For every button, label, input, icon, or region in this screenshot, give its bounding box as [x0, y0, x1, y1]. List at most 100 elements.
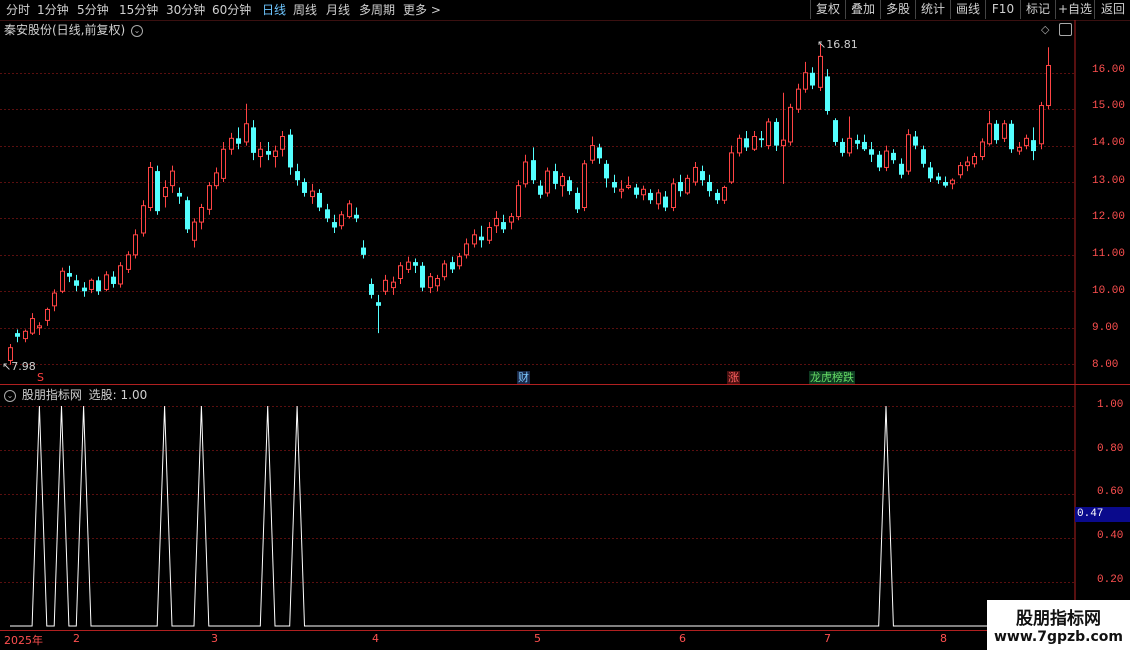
candle-body-down: [15, 333, 20, 337]
candle-body-up: [244, 123, 249, 143]
candle-body-up: [788, 106, 793, 143]
candle-body-down: [185, 200, 190, 230]
price-tick: 16.00: [1092, 64, 1126, 76]
candle-body-up: [685, 177, 690, 194]
candle-body-up: [207, 185, 212, 210]
candle-body-down: [707, 182, 712, 192]
candle-body-down: [96, 280, 101, 292]
candle-body-down: [317, 192, 322, 208]
chevron-down-icon[interactable]: ⌄: [4, 389, 16, 402]
candle-body-down: [700, 171, 705, 181]
candle-body-down: [236, 138, 241, 144]
watermark-title: 股朋指标网: [1016, 609, 1101, 629]
candle-body-up: [847, 137, 852, 154]
candle-body-down: [67, 273, 72, 277]
candle-body-down: [648, 192, 653, 201]
candle-body-up: [965, 161, 970, 167]
price-tick: 12.00: [1092, 211, 1126, 223]
candle-body-down: [774, 121, 779, 146]
candle-body-up: [781, 139, 786, 147]
chevron-down-icon[interactable]: ⌄: [131, 24, 144, 37]
candle-body-up: [545, 170, 550, 194]
candle-body-up: [1024, 137, 1029, 147]
candle-body-down: [325, 209, 330, 219]
x-axis-label: 2025年: [4, 634, 43, 647]
candle-body-up: [590, 145, 595, 161]
event-marker-s[interactable]: S: [36, 371, 45, 384]
candle-body-down: [913, 136, 918, 146]
event-marker-rise[interactable]: 涨: [727, 371, 740, 384]
candle-body-up: [987, 123, 992, 145]
candle-body-up: [972, 156, 977, 165]
candle-body-down: [936, 176, 941, 181]
candle-body-up: [406, 261, 411, 270]
candle-body-up: [1046, 64, 1051, 107]
low-price-label: ↖7.98: [2, 360, 36, 373]
candle-body-down: [376, 302, 381, 306]
candle-body-up: [383, 279, 388, 292]
candle-body-down: [266, 151, 271, 155]
low-price-value: 7.98: [11, 360, 36, 373]
candle-body-up: [37, 325, 42, 329]
indicator-tick: 0.60: [1097, 486, 1124, 498]
candle-body-up: [214, 172, 219, 187]
candle-body-down: [251, 127, 256, 153]
candle-body-up: [487, 227, 492, 241]
price-tick: 15.00: [1092, 100, 1126, 112]
watermark-url: www.7gpzb.com: [993, 629, 1123, 645]
indicator-tick: 0.20: [1097, 574, 1124, 586]
event-marker-dragon-tiger[interactable]: 龙虎榜跌: [809, 371, 855, 384]
x-axis-label: 7: [824, 632, 831, 645]
price-tick: 9.00: [1092, 322, 1119, 334]
candle-body-up: [347, 203, 352, 218]
candle-body-up: [104, 274, 109, 290]
candle-body-down: [825, 76, 830, 112]
candle-body-down: [450, 262, 455, 270]
candle-body-up: [23, 330, 28, 340]
candle-body-down: [877, 154, 882, 168]
indicator-tick: 0.40: [1097, 530, 1124, 542]
indicator-series: [10, 405, 1048, 627]
candle-body-up: [30, 318, 35, 334]
main-chart-title[interactable]: 秦安股份(日线,前复权) ⌄: [4, 22, 144, 38]
candle-body-up: [472, 234, 477, 245]
candlestick-series: [8, 43, 1051, 365]
xuangu-signal-line: [10, 405, 1048, 627]
panel-toggle-icon[interactable]: [1059, 23, 1072, 36]
candle-body-up: [626, 185, 631, 188]
candle-body-up: [523, 161, 528, 185]
candle-body-up: [1039, 105, 1044, 145]
event-marker-finance[interactable]: 财: [517, 371, 530, 384]
candle-body-up: [339, 214, 344, 227]
candle-body-up: [494, 217, 499, 227]
candle-body-down: [361, 247, 366, 255]
candle-body-up: [163, 186, 168, 198]
watermark: 股朋指标网 www.7gpzb.com: [987, 600, 1130, 650]
candle-body-down: [634, 187, 639, 195]
candle-body-down: [288, 134, 293, 168]
x-axis-label: 4: [372, 632, 379, 645]
candle-body-down: [833, 120, 838, 142]
candle-body-down: [928, 167, 933, 179]
candle-body-up: [273, 150, 278, 158]
candle-body-down: [855, 140, 860, 144]
indicator-title-bar[interactable]: ⌄ 股朋指标网 选股: 1.00: [4, 387, 147, 403]
x-axis-label: 8: [940, 632, 947, 645]
candle-body-up: [818, 55, 823, 88]
candle-body-up: [671, 183, 676, 209]
price-tick: 10.00: [1092, 285, 1126, 297]
candle-body-down: [744, 138, 749, 148]
x-axis-label: 2: [73, 632, 80, 645]
candle-body-up: [1002, 123, 1007, 139]
diamond-icon[interactable]: ◇: [1041, 23, 1049, 36]
candle-body-down: [155, 171, 160, 212]
high-arrow-icon: ↖: [817, 38, 827, 51]
candle-body-up: [229, 137, 234, 150]
candle-body-up: [722, 186, 727, 201]
price-tick: 14.00: [1092, 137, 1126, 149]
candle-body-down: [597, 147, 602, 159]
chart-area[interactable]: [0, 0, 1130, 650]
indicator-tick: 0.80: [1097, 443, 1124, 455]
candle-body-down: [553, 171, 558, 184]
candle-body-up: [884, 150, 889, 168]
